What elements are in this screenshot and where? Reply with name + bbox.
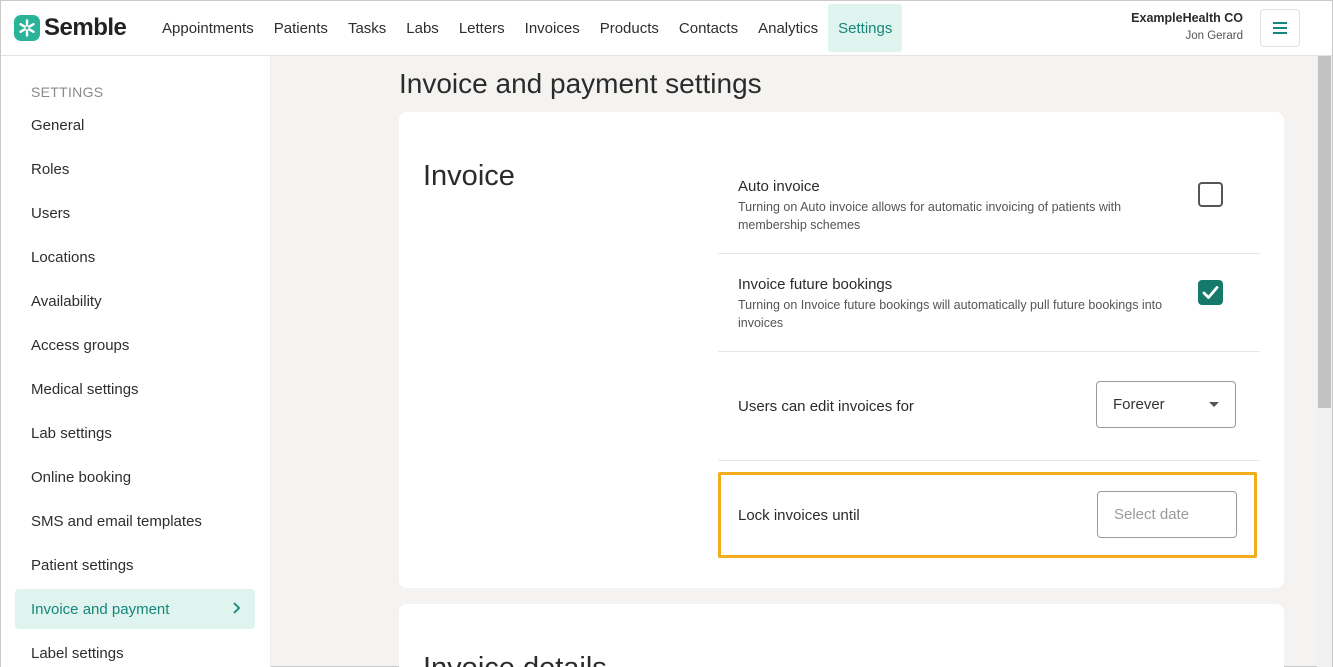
lock-invoices-label: Lock invoices until — [738, 507, 860, 524]
sidebar-item-roles[interactable]: Roles — [15, 149, 255, 189]
nav-contacts[interactable]: Contacts — [669, 4, 748, 52]
caret-down-icon — [1209, 402, 1219, 407]
page-scrollbar[interactable] — [1317, 56, 1332, 667]
main-nav: Appointments Patients Tasks Labs Letters… — [152, 4, 903, 52]
checkmark-icon — [1202, 286, 1219, 299]
nav-labs[interactable]: Labs — [396, 4, 449, 52]
nav-appointments[interactable]: Appointments — [152, 4, 264, 52]
future-bookings-description: Turning on Invoice future bookings will … — [738, 298, 1163, 330]
nav-analytics[interactable]: Analytics — [748, 4, 828, 52]
auto-invoice-label: Auto invoice — [738, 178, 820, 195]
edit-period-value: Forever — [1113, 396, 1165, 413]
auto-invoice-checkbox[interactable] — [1198, 182, 1223, 207]
section-title-invoice-details: Invoice details — [423, 652, 607, 667]
invoice-settings-card: Invoice Auto invoice Turning on Auto inv… — [399, 112, 1284, 588]
sidebar-item-label-settings[interactable]: Label settings — [15, 633, 255, 667]
brand-name: Semble — [44, 14, 127, 41]
auto-invoice-row: Auto invoice Turning on Auto invoice all… — [718, 162, 1260, 254]
future-bookings-checkbox[interactable] — [1198, 280, 1223, 305]
nav-patients[interactable]: Patients — [264, 4, 338, 52]
semble-logo[interactable]: Semble — [14, 14, 127, 42]
sidebar-heading: SETTINGS — [31, 84, 104, 100]
nav-invoices[interactable]: Invoices — [515, 4, 590, 52]
page-title: Invoice and payment settings — [399, 68, 762, 99]
nav-letters[interactable]: Letters — [449, 4, 515, 52]
sidebar-item-label: Invoice and payment — [31, 600, 170, 618]
edit-period-label: Users can edit invoices for — [738, 398, 914, 415]
sidebar-item-patient-settings[interactable]: Patient settings — [15, 545, 255, 585]
future-bookings-row: Invoice future bookings Turning on Invoi… — [718, 254, 1260, 352]
edit-period-select[interactable]: Forever — [1096, 381, 1236, 428]
nav-products[interactable]: Products — [590, 4, 669, 52]
scrollbar-thumb[interactable] — [1318, 56, 1331, 408]
sidebar-item-medical-settings[interactable]: Medical settings — [15, 369, 255, 409]
auto-invoice-description: Turning on Auto invoice allows for autom… — [738, 200, 1122, 232]
sidebar-item-availability[interactable]: Availability — [15, 281, 255, 321]
menu-button[interactable] — [1260, 9, 1300, 47]
nav-settings[interactable]: Settings — [828, 4, 903, 52]
account-user: Jon Gerard — [1185, 30, 1243, 42]
sidebar-item-sms-email-templates[interactable]: SMS and email templates — [15, 501, 255, 541]
sidebar-item-locations[interactable]: Locations — [15, 237, 255, 277]
future-bookings-label: Invoice future bookings — [738, 276, 893, 293]
sidebar-item-access-groups[interactable]: Access groups — [15, 325, 255, 365]
section-title-invoice: Invoice — [423, 160, 515, 192]
account-info[interactable]: ExampleHealth CO Jon Gerard — [1131, 11, 1243, 42]
sidebar-item-general[interactable]: General — [15, 105, 255, 145]
semble-logo-icon — [14, 15, 40, 41]
top-bar: Semble Appointments Patients Tasks Labs … — [1, 1, 1332, 56]
lock-invoices-date-input[interactable] — [1097, 491, 1237, 538]
invoice-details-card: Invoice details — [399, 604, 1284, 667]
sidebar-item-lab-settings[interactable]: Lab settings — [15, 413, 255, 453]
account-org: ExampleHealth CO — [1131, 11, 1243, 25]
chevron-right-icon — [233, 602, 241, 614]
lock-invoices-highlight: Lock invoices until — [718, 472, 1257, 558]
sidebar-item-users[interactable]: Users — [15, 193, 255, 233]
settings-sidebar: SETTINGS General Roles Users Locations A… — [1, 56, 271, 667]
nav-tasks[interactable]: Tasks — [338, 4, 396, 52]
sidebar-item-invoice-payment[interactable]: Invoice and payment — [15, 589, 255, 629]
sidebar-item-online-booking[interactable]: Online booking — [15, 457, 255, 497]
hamburger-icon — [1273, 22, 1287, 34]
edit-period-row: Users can edit invoices for Forever — [718, 352, 1260, 461]
